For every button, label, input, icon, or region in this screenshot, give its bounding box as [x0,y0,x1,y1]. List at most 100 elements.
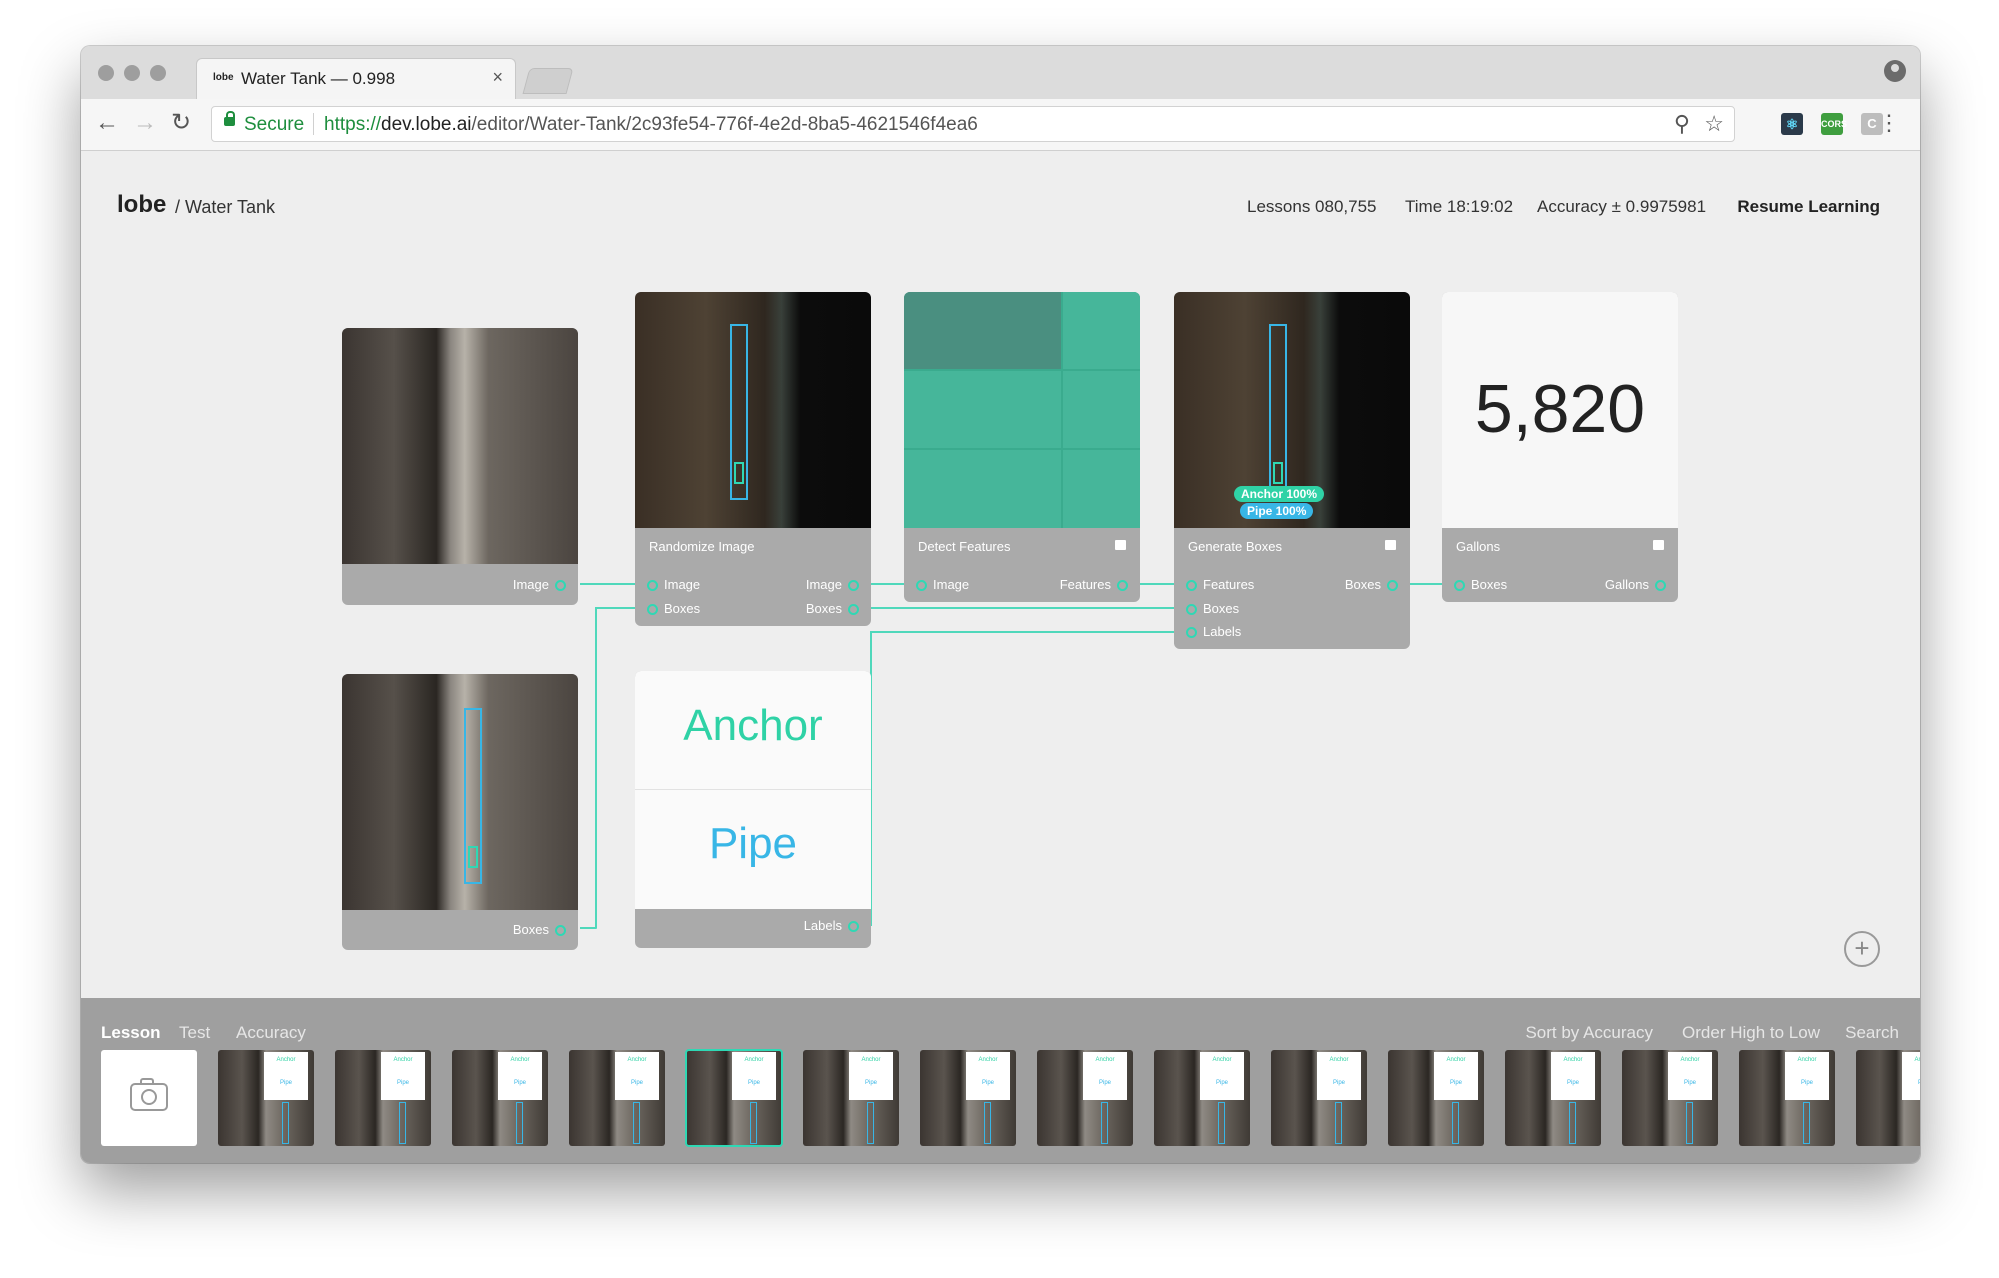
lesson-thumbnail[interactable]: Anchor Pipe [920,1050,1016,1146]
port-dot-icon[interactable] [848,604,859,616]
gallons-output-port[interactable]: Gallons [1605,577,1666,592]
lesson-thumbnail[interactable]: Anchor Pipe [452,1050,548,1146]
image-output-port[interactable]: Image [513,577,566,592]
lesson-thumbnail[interactable]: Anchor Pipe [1856,1050,1920,1146]
gallons-node[interactable]: 5,820 Gallons Boxes Gallons [1442,292,1678,602]
resume-learning-button[interactable]: Resume Learning [1737,197,1880,217]
capture-button[interactable] [101,1050,197,1146]
generate-boxes-node[interactable]: Anchor 100% Pipe 100% Generate Boxes Fea… [1174,292,1410,649]
browser-menu-icon[interactable]: ⋮ [1878,110,1900,136]
thumbnail-anchor-label: Anchor [510,1057,530,1063]
image-input-port[interactable]: Image [916,577,969,592]
lesson-thumbnail[interactable]: Anchor Pipe [1739,1050,1835,1146]
boxes-output-port[interactable]: Boxes [806,601,859,616]
labels-node[interactable]: Anchor Pipe Labels [635,671,871,948]
boxes-input-node[interactable]: Boxes [342,674,578,950]
boxes-input-port[interactable]: Boxes [1186,601,1239,616]
port-dot-icon[interactable] [1186,580,1197,592]
zoom-window-button[interactable] [150,65,166,81]
thumbnail-labels-card: Anchor Pipe [1434,1052,1478,1100]
tab-accuracy[interactable]: Accuracy [236,1023,306,1043]
port-dot-icon[interactable] [1117,580,1128,592]
boxes-output-port[interactable]: Boxes [513,922,566,937]
port-label: Image [664,577,701,592]
features-input-port[interactable]: Features [1186,577,1254,592]
lesson-thumbnail[interactable]: Anchor Pipe [1271,1050,1367,1146]
close-tab-icon[interactable]: × [492,67,503,88]
reload-icon[interactable]: ↻ [171,109,191,137]
lesson-thumbnail[interactable]: Anchor Pipe [335,1050,431,1146]
port-dot-icon[interactable] [1186,604,1197,616]
lesson-thumbnail[interactable]: Anchor Pipe [685,1049,783,1147]
port-dot-icon[interactable] [555,925,566,937]
profile-icon[interactable] [1884,60,1906,82]
detect-features-node[interactable]: Detect Features Image Features [904,292,1140,602]
thumbnail-pipe-label: Pipe [1215,1080,1228,1086]
lesson-thumbnail[interactable]: Anchor Pipe [1388,1050,1484,1146]
port-label: Boxes [664,601,701,616]
boxes-output-port[interactable]: Boxes [1345,577,1398,592]
lesson-thumbnail[interactable]: Anchor Pipe [1622,1050,1718,1146]
thumbnail-labels-card: Anchor Pipe [1785,1052,1829,1100]
image-output-port[interactable]: Image [806,577,859,592]
port-dot-icon[interactable] [848,580,859,592]
port-dot-icon[interactable] [1387,580,1398,592]
image-input-port[interactable]: Image [647,577,700,592]
react-devtools-icon[interactable]: ⚛ [1781,113,1803,135]
boxes-input-port[interactable]: Boxes [1454,577,1507,592]
sort-by-accuracy-button[interactable]: Sort by Accuracy [1525,1023,1653,1043]
image-input-node[interactable]: Image [342,328,578,605]
tab-test[interactable]: Test [179,1023,210,1043]
back-icon[interactable]: ← [95,109,119,137]
lesson-thumbnail[interactable]: Anchor Pipe [803,1050,899,1146]
expand-node-icon[interactable] [1653,540,1664,550]
browser-tab[interactable]: lobe Water Tank — 0.998 × [196,58,516,99]
port-dot-icon[interactable] [1454,580,1465,592]
close-window-button[interactable] [98,65,114,81]
new-tab-button[interactable] [522,68,574,94]
brand-logo[interactable]: lobe [117,191,166,219]
labels-input-port[interactable]: Labels [1186,624,1241,639]
tab-lesson[interactable]: Lesson [101,1023,161,1043]
lesson-thumbnail[interactable]: Anchor Pipe [569,1050,665,1146]
node-title: Randomize Image [649,539,755,554]
randomize-image-node[interactable]: Randomize Image Image Boxes Image Boxes [635,292,871,626]
port-dot-icon[interactable] [916,580,927,592]
boxes-input-port[interactable]: Boxes [647,601,700,616]
url-text[interactable]: https://dev.lobe.ai/editor/Water-Tank/2c… [324,114,978,136]
features-output-port[interactable]: Features [1060,577,1128,592]
expand-node-icon[interactable] [1115,540,1126,550]
lesson-thumbnail[interactable]: Anchor Pipe [1154,1050,1250,1146]
thumbnail-anchor-label: Anchor [627,1057,647,1063]
thumbnail-labels-card: Anchor Pipe [1551,1052,1595,1100]
port-label: Labels [803,918,842,933]
thumbnail-anchor-label: Anchor [744,1057,764,1063]
forward-icon[interactable]: → [133,109,157,137]
labels-output-port[interactable]: Labels [804,918,859,933]
port-dot-icon[interactable] [647,580,658,592]
expand-node-icon[interactable] [1385,540,1396,550]
order-high-to-low-button[interactable]: Order High to Low [1682,1023,1820,1043]
zoom-icon[interactable]: ⚲ [1674,111,1690,137]
search-button[interactable]: Search [1845,1023,1899,1043]
port-dot-icon[interactable] [1186,627,1197,639]
minimize-window-button[interactable] [124,65,140,81]
port-dot-icon[interactable] [555,580,566,592]
thumbnail-pipe-label: Pipe [396,1080,409,1086]
port-dot-icon[interactable] [647,604,658,616]
port-label: Features [1203,577,1255,592]
lesson-thumbnail[interactable]: Anchor Pipe [218,1050,314,1146]
lesson-thumbnail[interactable]: Anchor Pipe [1505,1050,1601,1146]
port-dot-icon[interactable] [1655,580,1666,592]
tab-title: Water Tank — 0.998 [241,69,396,88]
cors-icon[interactable]: CORS [1821,113,1847,135]
lesson-thumbnail[interactable]: Anchor Pipe [1037,1050,1133,1146]
node-title: Detect Features [918,539,1011,554]
port-dot-icon[interactable] [848,921,859,933]
pipe-label[interactable]: Pipe [635,819,871,869]
add-node-button[interactable]: + [1844,931,1880,967]
anchor-label[interactable]: Anchor [635,701,871,751]
address-bar[interactable]: Secure https://dev.lobe.ai/editor/Water-… [211,106,1735,142]
bookmark-star-icon[interactable]: ☆ [1704,111,1724,137]
thumbnail-anchor-label: Anchor [1914,1057,1920,1063]
